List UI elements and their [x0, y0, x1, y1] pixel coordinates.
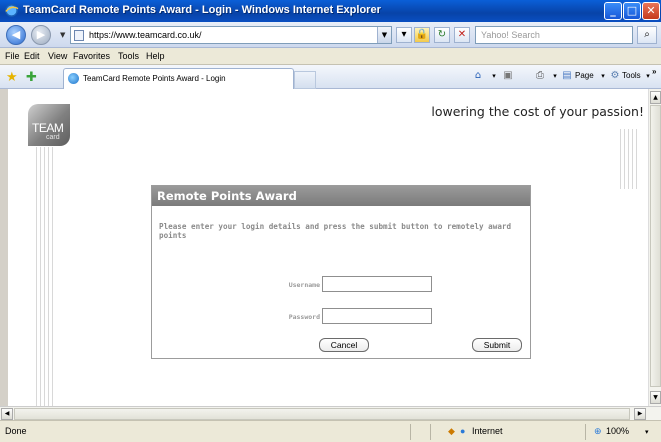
- panel-title: Remote Points Award: [157, 189, 297, 203]
- page-content: TEAM card lowering the cost of your pass…: [8, 89, 648, 406]
- feeds-icon[interactable]: ▣: [502, 70, 514, 82]
- horizontal-scrollbar[interactable]: ◀ ▶: [0, 406, 661, 420]
- home-icon[interactable]: ⌂: [472, 70, 484, 82]
- tools-menu[interactable]: Tools: [622, 71, 641, 80]
- window-title: TeamCard Remote Points Award - Login - W…: [23, 4, 381, 16]
- tab-favicon-icon: [68, 73, 79, 84]
- security-zone-label[interactable]: Internet: [472, 426, 503, 436]
- logo-team-text: TEAM: [32, 121, 64, 135]
- favorites-star-icon[interactable]: ★: [6, 70, 18, 85]
- menu-view[interactable]: View: [48, 51, 67, 61]
- protected-mode-icon[interactable]: ◆: [448, 426, 455, 437]
- teamcard-logo: TEAM card: [28, 104, 70, 146]
- window-frame-left: [0, 89, 8, 406]
- address-bar[interactable]: https://www.teamcard.co.uk/ ▼: [70, 26, 392, 44]
- username-label: Username: [288, 281, 320, 289]
- menu-bar: File Edit View Favorites Tools Help: [0, 48, 661, 65]
- title-bar: TeamCard Remote Points Award - Login - W…: [0, 0, 661, 22]
- recent-pages-dropdown[interactable]: ▼: [60, 31, 65, 39]
- zoom-dropdown-icon[interactable]: ▾: [645, 428, 649, 436]
- panel-header: Remote Points Award: [152, 186, 530, 206]
- zoom-level[interactable]: 100%: [606, 426, 629, 436]
- vertical-scrollbar[interactable]: ▲ ▼: [648, 89, 661, 406]
- menu-tools[interactable]: Tools: [118, 51, 139, 61]
- close-button[interactable]: ✕: [642, 2, 660, 20]
- status-separator: [410, 424, 411, 440]
- new-tab-button[interactable]: [294, 71, 316, 89]
- search-input[interactable]: Yahoo! Search: [475, 26, 633, 44]
- tagline: lowering the cost of your passion!: [431, 104, 644, 119]
- tab-command-bar: ★ ✚ TeamCard Remote Points Award - Login…: [0, 65, 661, 89]
- address-url[interactable]: https://www.teamcard.co.uk/: [89, 30, 202, 40]
- vertical-scroll-thumb[interactable]: [650, 105, 661, 387]
- minimize-button[interactable]: _: [604, 2, 622, 20]
- search-icon[interactable]: ⌕: [637, 26, 657, 44]
- page-icon: [74, 30, 84, 41]
- login-instructions: Please enter your login details and pres…: [159, 222, 512, 240]
- menu-file[interactable]: File: [5, 51, 20, 61]
- submit-button[interactable]: Submit: [472, 338, 522, 352]
- scroll-left-icon[interactable]: ◀: [1, 408, 13, 420]
- decorative-stripes-right: [620, 129, 640, 189]
- status-bar: Done ◆ ● Internet ⊕ 100% ▾: [0, 420, 661, 442]
- lock-icon[interactable]: 🔒: [414, 27, 430, 43]
- status-text: Done: [5, 426, 27, 436]
- decorative-stripes-left: [36, 147, 56, 406]
- print-icon[interactable]: ⎙: [534, 70, 546, 82]
- search-placeholder: Yahoo! Search: [481, 30, 540, 40]
- address-go-dropdown-icon[interactable]: ▾: [396, 27, 412, 43]
- page-dropdown-icon[interactable]: ▾: [597, 70, 609, 82]
- password-field[interactable]: [322, 308, 432, 324]
- scroll-right-icon[interactable]: ▶: [634, 408, 646, 420]
- cancel-button[interactable]: Cancel: [319, 338, 369, 352]
- tools-gear-icon[interactable]: ⚙: [609, 70, 621, 82]
- menu-help[interactable]: Help: [146, 51, 165, 61]
- address-dropdown[interactable]: ▼: [377, 27, 391, 43]
- page-icon[interactable]: ▤: [561, 70, 573, 82]
- address-toolbar: ◀ ▶ ▼ https://www.teamcard.co.uk/ ▼ ▾ 🔒 …: [0, 22, 661, 48]
- page-menu[interactable]: Page: [575, 71, 594, 80]
- add-favorites-icon[interactable]: ✚: [26, 70, 37, 85]
- maximize-button[interactable]: □: [623, 2, 641, 20]
- menu-favorites[interactable]: Favorites: [73, 51, 110, 61]
- username-field[interactable]: [322, 276, 432, 292]
- horizontal-scroll-thumb[interactable]: [14, 408, 630, 420]
- login-panel: Remote Points Award Please enter your lo…: [151, 185, 531, 359]
- tab-label: TeamCard Remote Points Award - Login: [83, 74, 226, 83]
- refresh-icon[interactable]: ↻: [434, 27, 450, 43]
- tab-active[interactable]: TeamCard Remote Points Award - Login: [63, 68, 294, 89]
- print-dropdown-icon[interactable]: ▾: [549, 70, 561, 82]
- home-dropdown-icon[interactable]: ▾: [488, 70, 500, 82]
- status-separator: [430, 424, 431, 440]
- more-commands-chevron-icon[interactable]: »: [652, 67, 656, 76]
- scroll-down-icon[interactable]: ▼: [650, 391, 661, 404]
- menu-edit[interactable]: Edit: [24, 51, 40, 61]
- internet-zone-icon: ●: [460, 426, 466, 436]
- back-button[interactable]: ◀: [6, 25, 26, 45]
- scroll-up-icon[interactable]: ▲: [650, 91, 661, 104]
- zoom-icon: ⊕: [594, 426, 602, 436]
- password-label: Password: [288, 313, 320, 321]
- logo-card-text: card: [46, 134, 60, 141]
- forward-button[interactable]: ▶: [31, 25, 51, 45]
- status-separator: [585, 424, 586, 440]
- stop-icon[interactable]: ✕: [454, 27, 470, 43]
- ie-logo-icon: [5, 4, 19, 17]
